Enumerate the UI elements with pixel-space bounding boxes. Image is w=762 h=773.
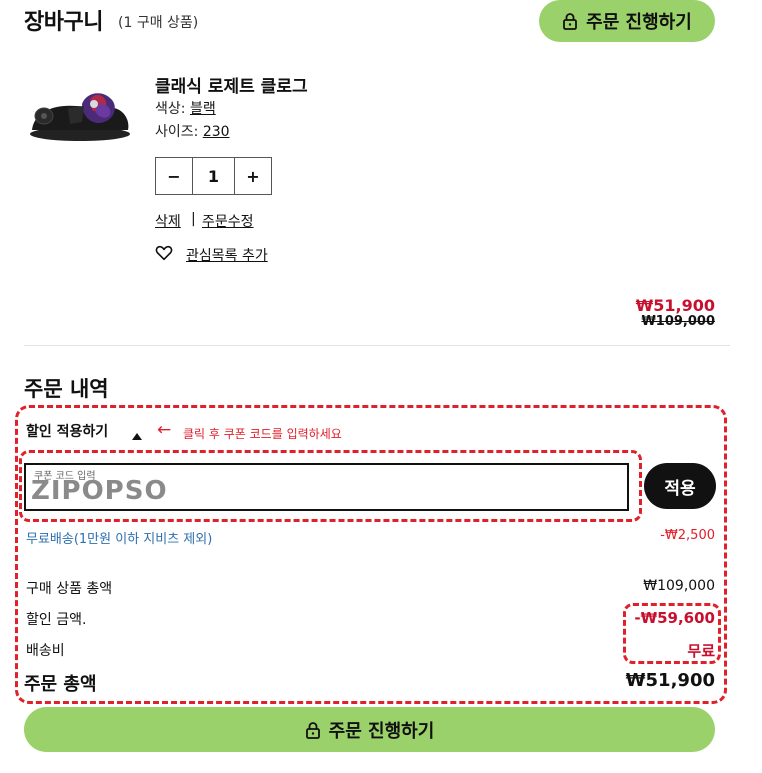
order-total-label: 주문 총액	[24, 674, 97, 695]
arrow-left-icon: ←	[157, 420, 172, 440]
size-value-link[interactable]: 230	[203, 124, 230, 140]
original-price: ₩109,000	[641, 314, 715, 329]
discount-amount-value: -₩59,600	[634, 609, 715, 627]
order-summary-title: 주문 내역	[24, 377, 109, 401]
checkout-button-label: 주문 진행하기	[328, 720, 435, 742]
page-title: 장바구니	[24, 10, 103, 35]
heart-icon[interactable]	[155, 244, 173, 262]
shipping-value: 무료	[687, 642, 715, 660]
lock-icon	[305, 721, 320, 739]
add-to-wishlist-link[interactable]: 관심목록 추가	[186, 245, 268, 265]
subtotal-label: 구매 상품 총액	[26, 581, 113, 597]
apply-discount-toggle[interactable]: 할인 적용하기	[26, 421, 108, 441]
quantity-decrease-button[interactable]: −	[156, 158, 192, 194]
free-shipping-note: 무료배송(1만원 이하 지비츠 제외)	[26, 532, 213, 547]
quantity-stepper: − 1 +	[155, 157, 272, 195]
checkout-button-label: 주문 진행하기	[586, 12, 692, 33]
size-label: 사이즈:	[155, 124, 199, 140]
product-color: 색상: 블랙	[155, 98, 216, 118]
subtotal-value: ₩109,000	[643, 578, 715, 594]
order-total-value: ₩51,900	[625, 670, 715, 691]
link-separator: |	[191, 211, 196, 227]
delete-link[interactable]: 삭제	[155, 211, 181, 231]
color-label: 색상:	[155, 101, 186, 117]
edit-order-link[interactable]: 주문수정	[202, 211, 254, 231]
product-name[interactable]: 클래식 로제트 클로그	[155, 72, 308, 97]
discount-amount-label: 할인 금액.	[26, 612, 87, 628]
quantity-increase-button[interactable]: +	[235, 158, 271, 194]
checkout-button-top[interactable]: 주문 진행하기	[539, 0, 715, 42]
cart-item-count: (1 구매 상품)	[118, 15, 199, 31]
section-divider	[24, 345, 730, 346]
lock-icon	[563, 13, 578, 30]
coupon-code-value[interactable]: ZIPOPSO	[31, 476, 168, 506]
quantity-value[interactable]: 1	[192, 158, 235, 194]
product-image[interactable]	[24, 82, 136, 146]
caret-up-icon[interactable]	[132, 433, 142, 440]
shipping-label: 배송비	[26, 643, 65, 659]
checkout-button-bottom[interactable]: 주문 진행하기	[24, 707, 715, 752]
free-shipping-amount: -₩2,500	[660, 528, 715, 543]
color-value-link[interactable]: 블랙	[190, 101, 216, 117]
product-size: 사이즈: 230	[155, 121, 230, 141]
apply-coupon-button[interactable]: 적용	[644, 463, 716, 509]
annotation-hint-text: 클릭 후 쿠폰 코드를 입력하세요	[183, 427, 342, 441]
sale-price: ₩51,900	[635, 296, 715, 315]
